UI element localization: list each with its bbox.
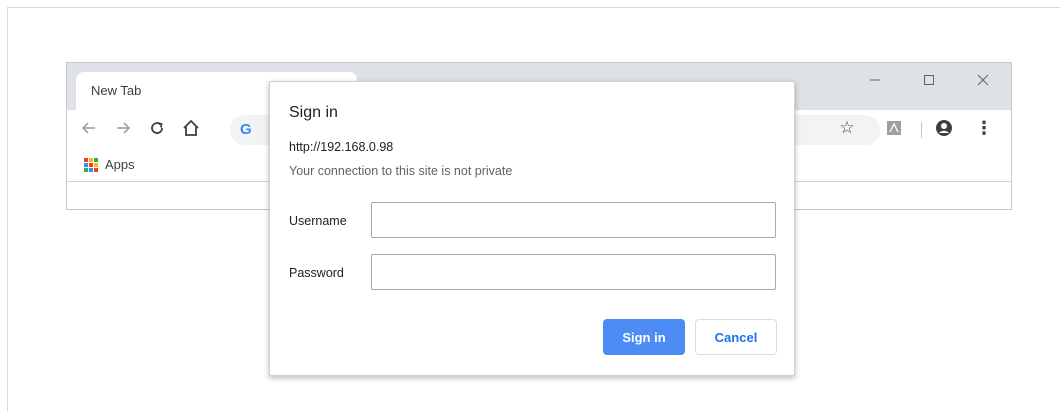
- cancel-button[interactable]: Cancel: [695, 319, 777, 355]
- star-icon: ☆: [839, 118, 855, 137]
- close-icon: [977, 74, 989, 86]
- apps-grid-dot: [89, 163, 93, 167]
- back-button[interactable]: [76, 115, 102, 141]
- sign-in-dialog: Sign in http://192.168.0.98 Your connect…: [269, 81, 795, 376]
- apps-bookmark[interactable]: Apps: [67, 148, 157, 181]
- maximize-button[interactable]: [909, 65, 949, 93]
- apps-label: Apps: [105, 157, 135, 172]
- apps-grid-dot: [94, 163, 98, 167]
- google-logo-icon: G: [240, 121, 252, 138]
- bookmark-star-button[interactable]: ☆: [834, 115, 860, 141]
- minimize-icon: [870, 79, 880, 81]
- username-input[interactable]: [371, 202, 776, 238]
- back-arrow-icon: [81, 122, 95, 134]
- minimize-button[interactable]: [855, 65, 895, 93]
- username-label: Username: [289, 214, 347, 228]
- apps-grid-dot: [89, 158, 93, 162]
- close-window-button[interactable]: [963, 65, 1003, 93]
- apps-grid-dot: [94, 168, 98, 172]
- home-icon: [183, 119, 199, 136]
- apps-grid-dot: [84, 168, 88, 172]
- forward-button[interactable]: [110, 115, 136, 141]
- forward-arrow-icon: [117, 122, 131, 134]
- profile-button[interactable]: [931, 115, 957, 141]
- apps-grid-dot: [94, 158, 98, 162]
- more-vert-icon: ⋮: [975, 117, 993, 138]
- dialog-warning: Your connection to this site is not priv…: [289, 164, 513, 178]
- pdf-extension-button[interactable]: [881, 115, 907, 141]
- account-icon: [936, 120, 952, 136]
- dialog-url: http://192.168.0.98: [289, 140, 394, 154]
- maximize-icon: [924, 75, 934, 86]
- apps-grid-dot: [84, 163, 88, 167]
- dialog-title: Sign in: [289, 104, 338, 121]
- pdf-icon: [887, 121, 901, 135]
- menu-button[interactable]: ⋮: [971, 115, 997, 141]
- password-input[interactable]: [371, 254, 776, 290]
- home-button[interactable]: [178, 115, 204, 141]
- reload-button[interactable]: [144, 115, 170, 141]
- apps-grid-icon: [84, 158, 98, 172]
- sign-in-button[interactable]: Sign in: [603, 319, 685, 355]
- tab-title: New Tab: [91, 83, 142, 98]
- apps-grid-dot: [84, 158, 88, 162]
- password-label: Password: [289, 266, 344, 280]
- reload-icon: [151, 122, 163, 134]
- toolbar-separator: [921, 122, 922, 138]
- apps-grid-dot: [89, 168, 93, 172]
